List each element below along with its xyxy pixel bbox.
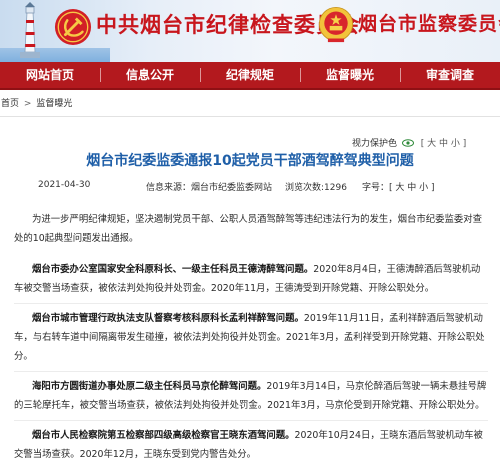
site-banner: 中共烟台市纪律检查委员会 烟台市监察委员会 xyxy=(0,0,500,62)
header-title-supervision: 烟台市监察委员会 xyxy=(358,13,500,35)
lighthouse-icon xyxy=(20,2,40,58)
font-size-switcher[interactable]: [ 大 中 小 ] xyxy=(421,136,466,149)
national-emblem-icon xyxy=(318,7,354,43)
nav-item-discipline[interactable]: 纪律规矩 xyxy=(200,61,300,89)
divider xyxy=(14,371,488,372)
main-nav: 网站首页 信息公开 纪律规矩 监督曝光 审查调查 xyxy=(0,62,500,90)
article-font-size[interactable]: 字号：[ 大 中 小 ] xyxy=(362,180,434,193)
reading-tools: 视力保护色 [ 大 中 小 ] xyxy=(352,136,466,149)
article-body: 为进一步严明纪律规矩，坚决遏制党员干部、公职人员酒驾醉驾等违纪违法行为的发生，烟… xyxy=(14,210,488,474)
case-item: 海阳市方圆街道办事处原二级主任科员马京伦醉驾问题。2019年3月14日，马京伦醉… xyxy=(14,377,488,415)
case-lead: 烟台市城市管理行政执法支队督察考核科原科长孟利祥醉驾问题。 xyxy=(32,313,304,324)
article-date: 2021-04-30 xyxy=(38,180,91,190)
article-views: 浏览次数:1296 xyxy=(285,183,347,193)
breadcrumb: 首页 > 监督曝光 xyxy=(0,96,500,112)
case-item: 烟台市委办公室国家安全科原科长、一级主任科员王德涛醉驾问题。2020年8月4日，… xyxy=(14,260,488,298)
nav-item-home[interactable]: 网站首页 xyxy=(0,61,100,89)
case-item: 烟台市人民检察院第五检察部四级高级检察官王晓东酒驾问题。2020年10月24日，… xyxy=(14,426,488,464)
party-emblem-icon xyxy=(54,8,92,46)
eye-icon[interactable] xyxy=(401,139,414,147)
breadcrumb-home[interactable]: 首页 xyxy=(1,99,19,109)
divider xyxy=(14,303,488,304)
nav-item-exposure[interactable]: 监督曝光 xyxy=(300,61,400,89)
case-lead: 海阳市方圆街道办事处原二级主任科员马京伦醉驾问题。 xyxy=(32,381,267,392)
breadcrumb-current[interactable]: 监督曝光 xyxy=(36,99,72,109)
divider xyxy=(14,420,488,421)
article-intro: 为进一步严明纪律规矩，坚决遏制党员干部、公职人员酒驾醉驾等违纪违法行为的发生，烟… xyxy=(14,214,483,244)
case-lead: 烟台市人民检察院第五检察部四级高级检察官王晓东酒驾问题。 xyxy=(32,430,295,441)
article-title: 烟台市纪委监委通报10起党员干部酒驾醉驾典型问题 xyxy=(86,153,414,169)
article-source: 信息来源：烟台市纪委监委网站 xyxy=(146,183,273,193)
nav-item-investigation[interactable]: 审查调查 xyxy=(400,61,500,89)
breadcrumb-separator: > xyxy=(23,99,32,109)
case-lead: 烟台市委办公室国家安全科原科长、一级主任科员王德涛醉驾问题。 xyxy=(32,264,314,275)
eye-protection-toggle[interactable]: 视力保护色 xyxy=(352,139,397,149)
nav-item-info-public[interactable]: 信息公开 xyxy=(100,61,200,89)
divider xyxy=(0,116,500,117)
case-item: 烟台市城市管理行政执法支队督察考核科原科长孟利祥醉驾问题。2019年11月11日… xyxy=(14,309,488,366)
article-meta: 2021-04-30 信息来源：烟台市纪委监委网站 浏览次数:1296 字号：[… xyxy=(0,180,500,196)
